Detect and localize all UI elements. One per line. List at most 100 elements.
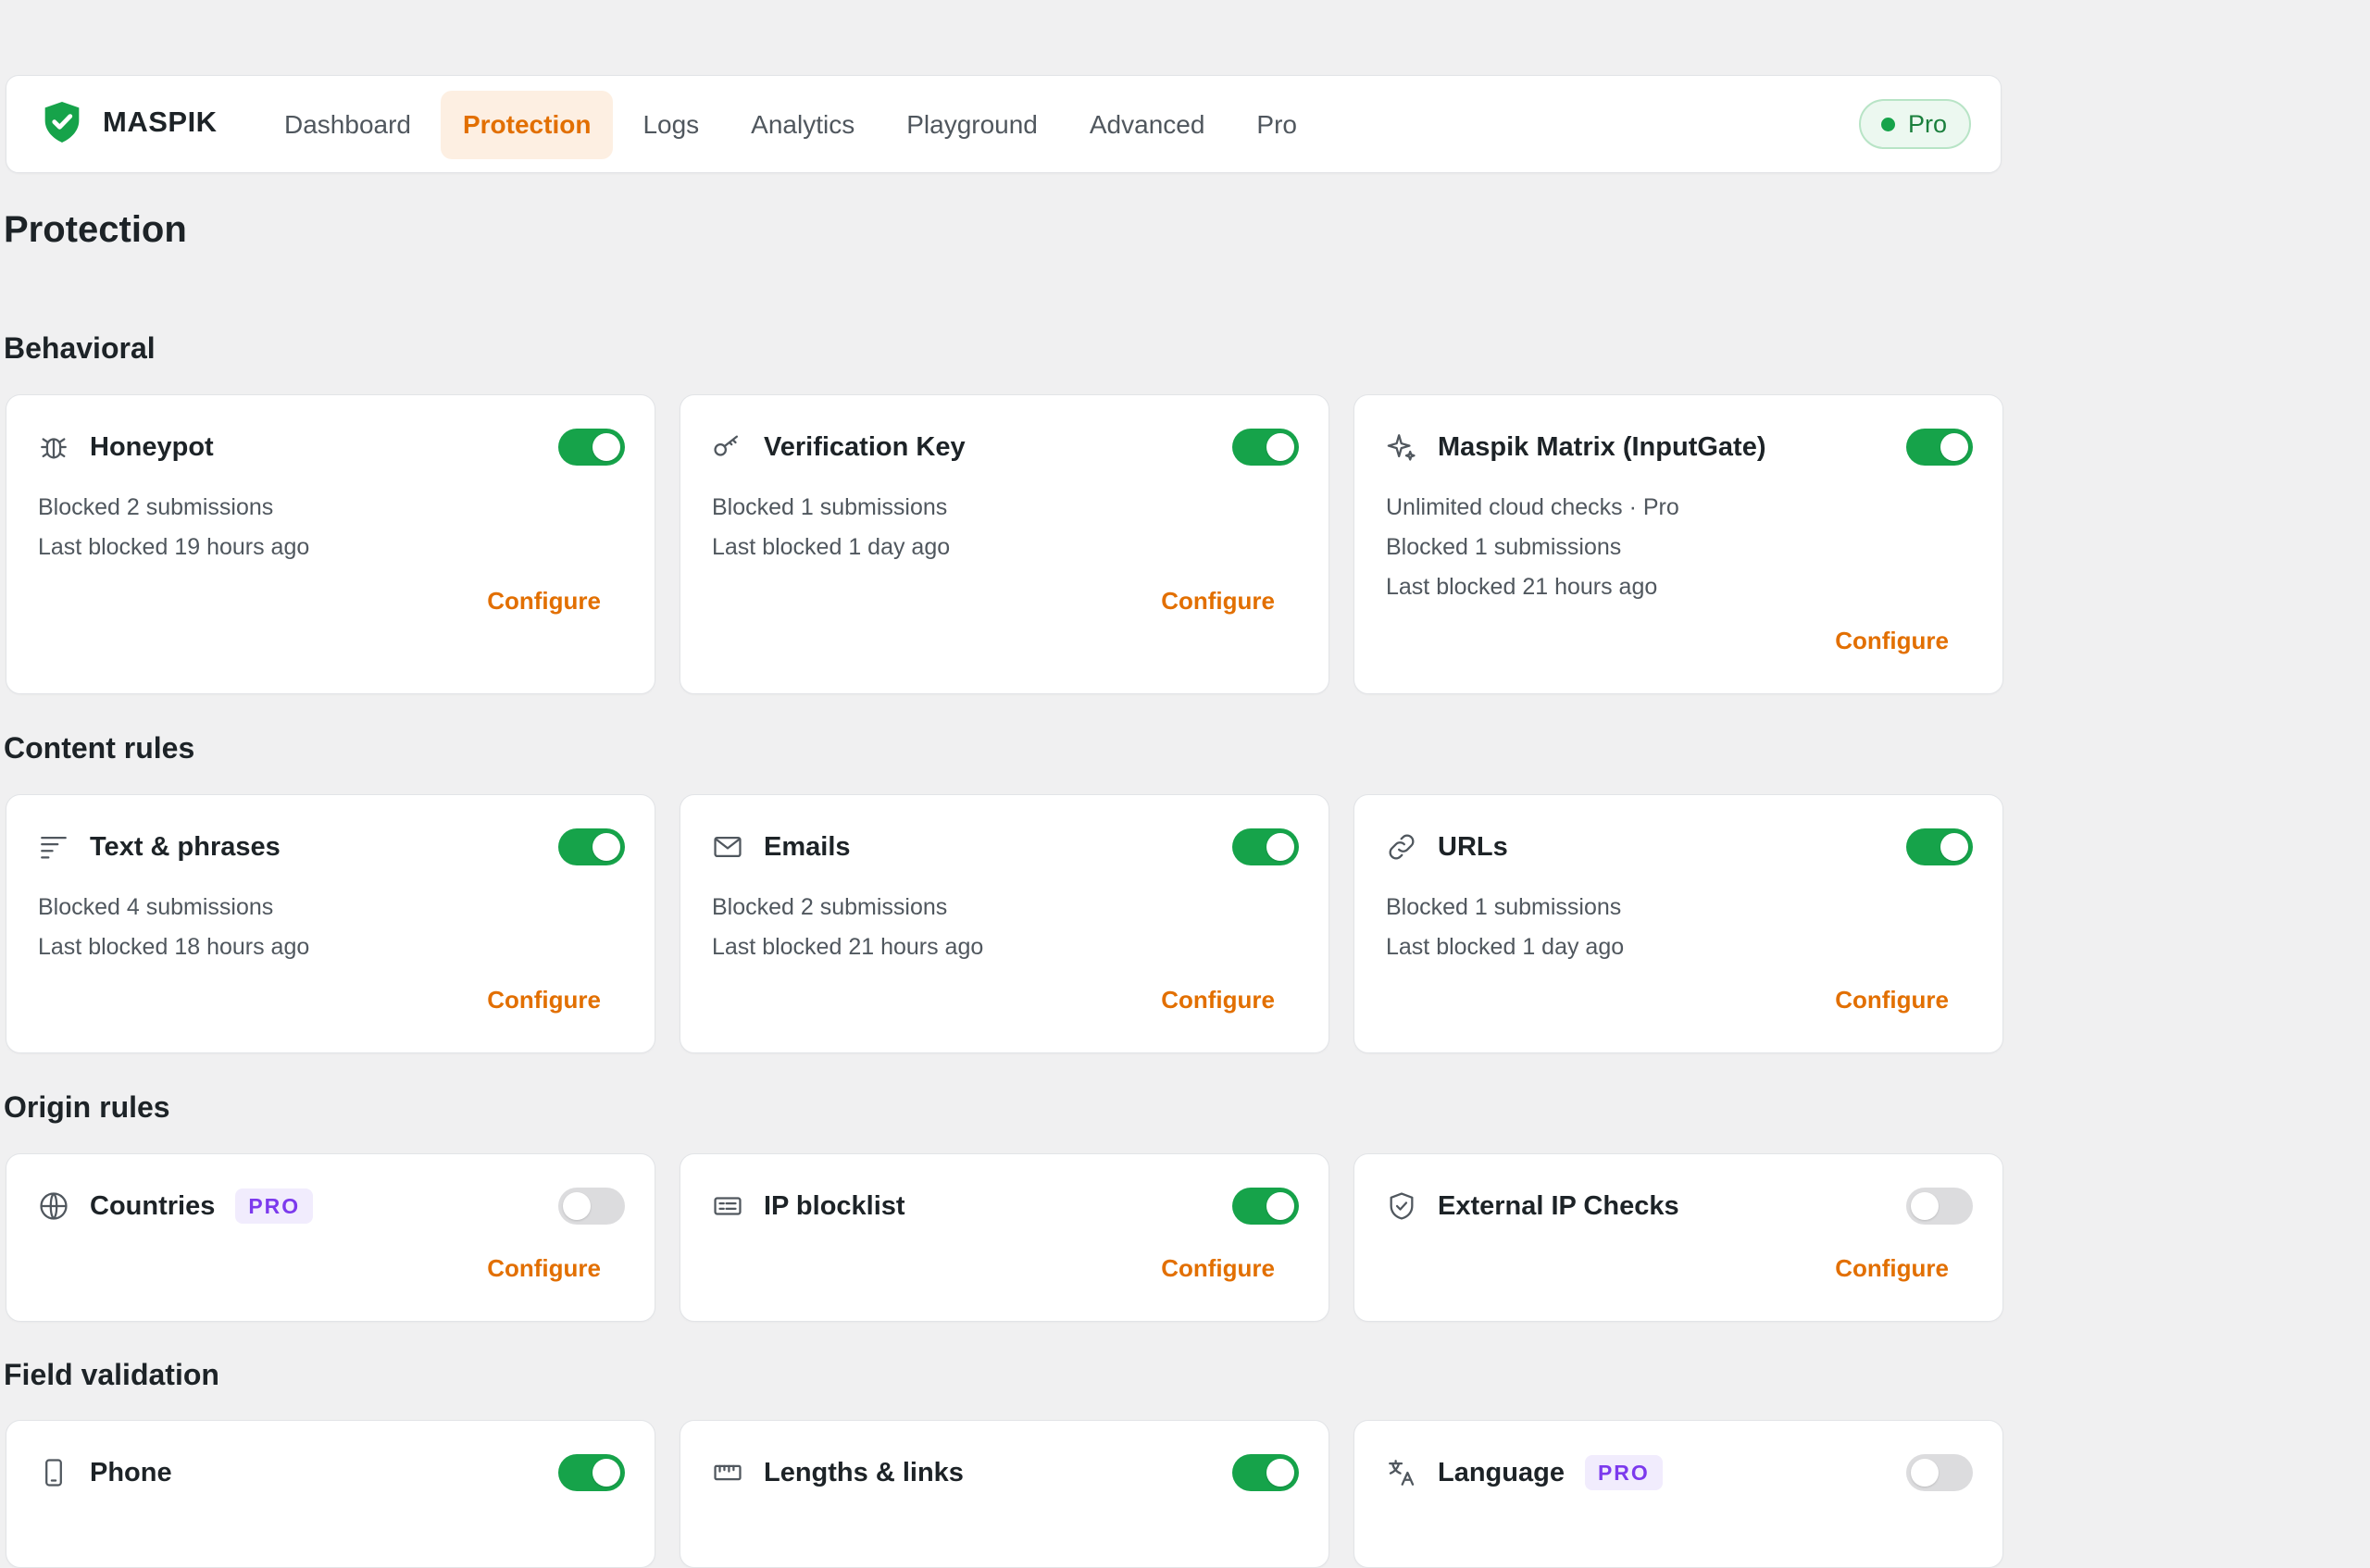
configure-link[interactable]: Configure (1161, 986, 1275, 1014)
brand[interactable]: MASPIK (42, 100, 218, 144)
toggle-switch[interactable] (1232, 1454, 1299, 1491)
toggle-switch[interactable] (558, 1454, 625, 1491)
card-title: Countries (90, 1190, 216, 1221)
card-urls: URLs Blocked 1 submissions Last blocked … (1353, 794, 2003, 1053)
key-icon (714, 435, 739, 456)
card-title: Lengths & links (764, 1457, 964, 1487)
last-blocked: Last blocked 21 hours ago (712, 934, 984, 960)
toggle-knob (1266, 1459, 1294, 1487)
configure-link[interactable]: Configure (487, 1254, 601, 1283)
nav-analytics[interactable]: Analytics (729, 91, 877, 159)
blocked-count: Blocked 2 submissions (712, 894, 948, 920)
toggle-switch[interactable] (1232, 1188, 1299, 1225)
configure-link[interactable]: Configure (1161, 1254, 1275, 1283)
shield-logo-icon (44, 102, 80, 143)
toggle-knob (592, 433, 620, 461)
top-nav-bar: MASPIK Dashboard Protection Logs Analyti… (6, 75, 2002, 173)
configure-link[interactable]: Configure (487, 587, 601, 616)
card-honeypot: Honeypot Blocked 2 submissions Last bloc… (6, 394, 655, 694)
plan-status-badge[interactable]: Pro (1858, 99, 1971, 149)
toggle-switch[interactable] (1232, 828, 1299, 865)
phone-icon (45, 1459, 62, 1487)
section-title-content-rules: Content rules (4, 731, 195, 765)
sparkle-icon (1387, 434, 1416, 461)
status-dot-icon (1880, 117, 1895, 131)
toggle-switch[interactable] (1906, 1454, 1973, 1491)
configure-link[interactable]: Configure (1161, 587, 1275, 616)
link-icon (1389, 834, 1415, 860)
card-countries: Countries PRO Configure (6, 1153, 655, 1322)
ip-list-icon (714, 1197, 742, 1215)
nav-protection[interactable]: Protection (440, 91, 614, 159)
toggle-switch[interactable] (558, 429, 625, 466)
blocked-count: Blocked 1 submissions (1386, 894, 1622, 920)
blocked-count: Blocked 1 submissions (712, 494, 948, 520)
blocked-count: Blocked 2 submissions (38, 494, 274, 520)
shield-check-icon (1390, 1192, 1414, 1220)
configure-link[interactable]: Configure (1835, 627, 1949, 655)
toggle-knob (592, 833, 620, 861)
pro-badge: PRO (1584, 1455, 1663, 1490)
last-blocked: Last blocked 1 day ago (1386, 934, 1625, 960)
card-title: Language (1438, 1457, 1565, 1487)
card-title: Honeypot (90, 431, 214, 462)
toggle-switch[interactable] (558, 1188, 625, 1225)
page-title: Protection (4, 209, 187, 250)
card-verification-key: Verification Key Blocked 1 submissions L… (680, 394, 1329, 694)
toggle-switch[interactable] (558, 828, 625, 865)
configure-link[interactable]: Configure (487, 986, 601, 1014)
toggle-switch[interactable] (1906, 429, 1973, 466)
card-text-phrases: Text & phrases Blocked 4 submissions Las… (6, 794, 655, 1053)
brand-name: MASPIK (103, 106, 218, 138)
toggle-switch[interactable] (1232, 429, 1299, 466)
card-emails: Emails Blocked 2 submissions Last blocke… (680, 794, 1329, 1053)
text-lines-icon (41, 836, 67, 859)
configure-link[interactable]: Configure (1835, 986, 1949, 1014)
toggle-knob (563, 1192, 591, 1220)
nav-pro[interactable]: Pro (1234, 91, 1319, 159)
bug-icon (41, 438, 67, 459)
card-maspik-matrix: Maspik Matrix (InputGate) Unlimited clou… (1353, 394, 2003, 694)
toggle-knob (592, 1459, 620, 1487)
toggle-switch[interactable] (1906, 828, 1973, 865)
globe-icon (40, 1192, 68, 1220)
blocked-count: Blocked 4 submissions (38, 894, 274, 920)
card-title: Phone (90, 1457, 172, 1487)
last-blocked: Last blocked 1 day ago (712, 534, 951, 560)
translate-icon (1389, 1460, 1415, 1486)
card-ip-blocklist: IP blocklist Configure (680, 1153, 1329, 1322)
card-title: URLs (1438, 831, 1508, 862)
configure-link[interactable]: Configure (1835, 1254, 1949, 1283)
card-title: Text & phrases (90, 831, 281, 862)
card-title: Emails (764, 831, 851, 862)
card-phone: Phone (6, 1420, 655, 1568)
card-title: Verification Key (764, 431, 966, 462)
toggle-knob (1266, 433, 1294, 461)
card-language: Language PRO (1353, 1420, 2003, 1568)
main-nav: Dashboard Protection Logs Analytics Play… (262, 91, 1327, 159)
nav-logs[interactable]: Logs (620, 91, 721, 159)
nav-playground[interactable]: Playground (884, 91, 1060, 159)
last-blocked: Last blocked 19 hours ago (38, 534, 310, 560)
last-blocked: Last blocked 21 hours ago (1386, 574, 1658, 600)
card-description: Unlimited cloud checks · Pro (1386, 494, 1679, 520)
toggle-knob (1911, 1459, 1939, 1487)
toggle-knob (1266, 833, 1294, 861)
card-title: IP blocklist (764, 1190, 905, 1221)
ruler-icon (714, 1464, 742, 1481)
toggle-knob (1266, 1192, 1294, 1220)
envelope-icon (714, 836, 742, 858)
toggle-knob (1911, 1192, 1939, 1220)
nav-advanced[interactable]: Advanced (1067, 91, 1228, 159)
toggle-switch[interactable] (1906, 1188, 1973, 1225)
section-title-behavioral: Behavioral (4, 331, 156, 365)
card-title: Maspik Matrix (InputGate) (1438, 431, 1766, 462)
card-external-ip-checks: External IP Checks Configure (1353, 1153, 2003, 1322)
section-title-field-validation: Field validation (4, 1358, 219, 1391)
nav-dashboard[interactable]: Dashboard (262, 91, 433, 159)
pro-badge: PRO (235, 1188, 314, 1224)
blocked-count: Blocked 1 submissions (1386, 534, 1622, 560)
card-title: External IP Checks (1438, 1190, 1679, 1221)
last-blocked: Last blocked 18 hours ago (38, 934, 310, 960)
section-title-origin-rules: Origin rules (4, 1090, 170, 1124)
